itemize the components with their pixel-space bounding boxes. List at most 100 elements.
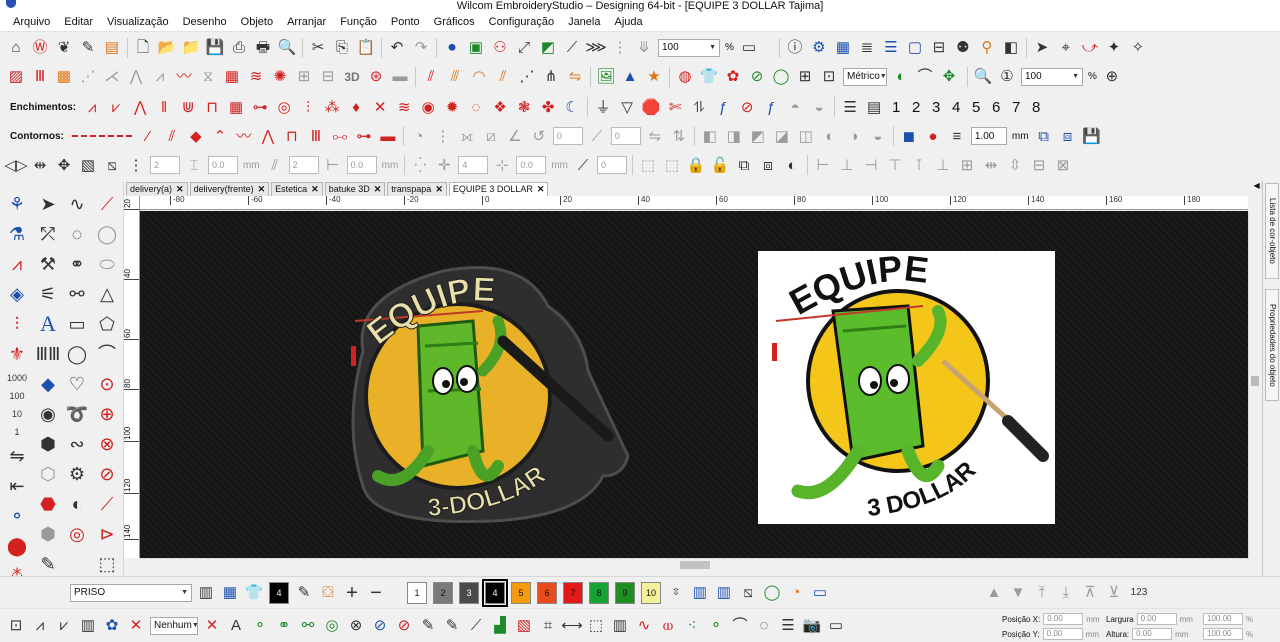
thread-list-icon[interactable]: ☰ — [880, 37, 902, 59]
break-apart-icon[interactable]: ◫ — [795, 125, 817, 147]
outline-column-icon[interactable]: Ⅲ — [305, 125, 327, 147]
close-icon[interactable]: ✕ — [374, 183, 382, 196]
stroke-d-icon[interactable]: ⫽ — [492, 66, 514, 88]
color-swatch-2[interactable]: 2 — [433, 581, 453, 604]
stack-icon[interactable]: ⧉ — [1033, 125, 1055, 147]
list-icon[interactable]: ▤ — [863, 96, 885, 118]
color-swatch-9[interactable]: 9 — [615, 581, 635, 604]
menu-ajuda[interactable]: Ajuda — [607, 16, 649, 28]
zoom-combo[interactable]: 100 ▼ — [658, 38, 720, 57]
sequence-7-button[interactable]: 7 — [1007, 99, 1025, 116]
fill-chain-icon[interactable]: ⊶ — [249, 96, 271, 118]
satin-red-icon[interactable]: ⲱ — [657, 615, 679, 637]
hoop-icon[interactable]: ▢ — [904, 37, 926, 59]
polygon-select-icon[interactable]: ⌖ — [1055, 37, 1077, 59]
embroidery-mask-icon[interactable]: ◍ — [674, 66, 696, 88]
reshape-tool-icon[interactable]: ⤱ — [35, 221, 61, 247]
fill-pattern-i-icon[interactable]: ⧖ — [197, 66, 219, 88]
sequence-6-button[interactable]: 6 — [987, 99, 1005, 116]
combine-icon[interactable]: ◪ — [771, 125, 793, 147]
sequence-4-button[interactable]: 4 — [947, 99, 965, 116]
menu-visualizacao[interactable]: Visualização — [100, 16, 176, 28]
scroll-thumb[interactable] — [680, 561, 710, 569]
scale-combo[interactable]: 1.00 — [970, 127, 1007, 145]
outline-width-icon[interactable]: ≡ — [946, 125, 968, 147]
arrange-icon[interactable]: ✥ — [53, 154, 75, 176]
palette-grid-icon[interactable]: ▦ — [219, 582, 241, 604]
scroll-thumb[interactable] — [1251, 376, 1259, 386]
bring-front-icon[interactable]: ⊼ — [1079, 582, 1101, 604]
move-bottom-icon[interactable]: ⤓ — [1055, 582, 1077, 604]
color-swatch-7[interactable]: 7 — [563, 581, 583, 604]
circle-outline-tool-icon[interactable]: ◯ — [94, 221, 120, 247]
color-swatch-8[interactable]: 8 — [589, 581, 609, 604]
magic-select-icon[interactable]: ✦ — [1103, 37, 1125, 59]
hex-red-icon[interactable]: ⬣ — [35, 491, 61, 517]
transform-icon[interactable]: ⟷ — [561, 615, 583, 637]
node-tool-d-icon[interactable]: ◎ — [321, 615, 343, 637]
arc-tool-b-icon[interactable]: ⌒ — [94, 341, 120, 367]
tab-transpapa[interactable]: transpapa ✕ — [387, 182, 447, 196]
half-circle-b-icon[interactable]: ◒ — [808, 96, 830, 118]
menu-janela[interactable]: Janela — [561, 16, 607, 28]
diagonal-fill-icon[interactable]: ⧅ — [101, 154, 123, 176]
stitch-list-icon[interactable]: ⋮ — [609, 37, 631, 59]
fill-pattern-c-icon[interactable]: ▩ — [53, 66, 75, 88]
slant-icon[interactable]: ⟋ — [586, 125, 608, 147]
move-up-icon[interactable]: ▲ — [983, 582, 1005, 604]
toggle-bw-icon[interactable]: ◧ — [1000, 37, 1022, 59]
fill-ring-icon[interactable]: ◎ — [273, 96, 295, 118]
scale-x-field[interactable]: 100.00 — [1203, 613, 1243, 625]
move-down-icon[interactable]: ▼ — [1007, 582, 1029, 604]
fill-step-icon[interactable]: ⋀ — [129, 96, 151, 118]
needle-icon[interactable]: ⟋ — [561, 37, 583, 59]
color-swatch-1[interactable]: 1 — [407, 581, 427, 604]
new-file-icon[interactable]: 🗋 — [132, 37, 154, 59]
travel-icon[interactable]: ⤢ — [513, 37, 535, 59]
outline-stripe-icon[interactable]: ▬ — [377, 125, 399, 147]
tool-b-icon[interactable]: ◐ — [64, 491, 90, 517]
fill-crescent-icon[interactable]: ☾ — [561, 96, 583, 118]
red-line-icon[interactable]: ∿ — [633, 615, 655, 637]
column-tool-icon[interactable]: ⫶ — [4, 311, 30, 337]
align-vcenter-icon[interactable]: ⊺ — [908, 154, 930, 176]
embroidery-design[interactable]: EQUIPE 3-DOLLAR — [333, 251, 633, 531]
stop-icon[interactable]: 🛑 — [640, 96, 662, 118]
pen-tool-b-icon[interactable]: ✎ — [441, 615, 463, 637]
star-icon[interactable]: ★ — [643, 66, 665, 88]
spacing-f-value[interactable]: 0.0 — [516, 156, 547, 174]
stitch-texture-icon[interactable]: ▥ — [713, 582, 735, 604]
sequence-5-button[interactable]: 5 — [967, 99, 985, 116]
redo-icon[interactable]: ↷ — [410, 37, 432, 59]
zoom2-combo[interactable]: 100 ▼ — [1021, 67, 1083, 86]
align-right-icon[interactable]: ⊣ — [860, 154, 882, 176]
grid-pattern-icon[interactable]: ▧ — [77, 154, 99, 176]
hoop-combo[interactable]: PRISO ▼ — [70, 583, 192, 602]
color-wheel-icon[interactable]: ◯ — [761, 582, 783, 604]
zoom-icon[interactable]: 🔍 — [972, 66, 994, 88]
shirt-color-icon[interactable]: 👕 — [243, 582, 265, 604]
fill-stripe-icon[interactable]: ‖ — [153, 96, 175, 118]
tab-estetica[interactable]: Estetica ✕ — [271, 182, 323, 196]
fill-pattern-e-icon[interactable]: ⋌ — [101, 66, 123, 88]
spiral-icon[interactable]: ➰ — [64, 401, 90, 427]
adjust-icon[interactable]: ☰ — [777, 615, 799, 637]
heart-icon[interactable]: ♡ — [64, 371, 90, 397]
slant-value[interactable]: 0 — [610, 127, 641, 145]
unlock-icon[interactable]: 🔓 — [709, 154, 731, 176]
same-height-icon[interactable]: ⊠ — [1052, 154, 1074, 176]
color-palette-icon[interactable]: ≣ — [856, 37, 878, 59]
align-bottom-icon[interactable]: ⊥ — [932, 154, 954, 176]
spacing-c-value[interactable]: 2 — [288, 156, 319, 174]
node-remove-icon[interactable]: ⊗ — [94, 431, 120, 457]
color-circle-icon[interactable]: ● — [922, 125, 944, 147]
color-swatch-4[interactable]: 4 — [482, 578, 508, 607]
align-hcenter-icon[interactable]: ⊥ — [836, 154, 858, 176]
tab-batuke-3d[interactable]: batuke 3D ✕ — [324, 182, 386, 196]
flip-h-icon[interactable]: ⇋ — [644, 125, 666, 147]
back-minus-front-icon[interactable]: ◐ — [819, 125, 841, 147]
split-tool-icon[interactable]: ▥ — [609, 615, 631, 637]
fill-lace-icon[interactable]: ❃ — [513, 96, 535, 118]
blank-icon[interactable]: ▭ — [825, 615, 847, 637]
add-color-icon[interactable]: + — [341, 582, 363, 604]
